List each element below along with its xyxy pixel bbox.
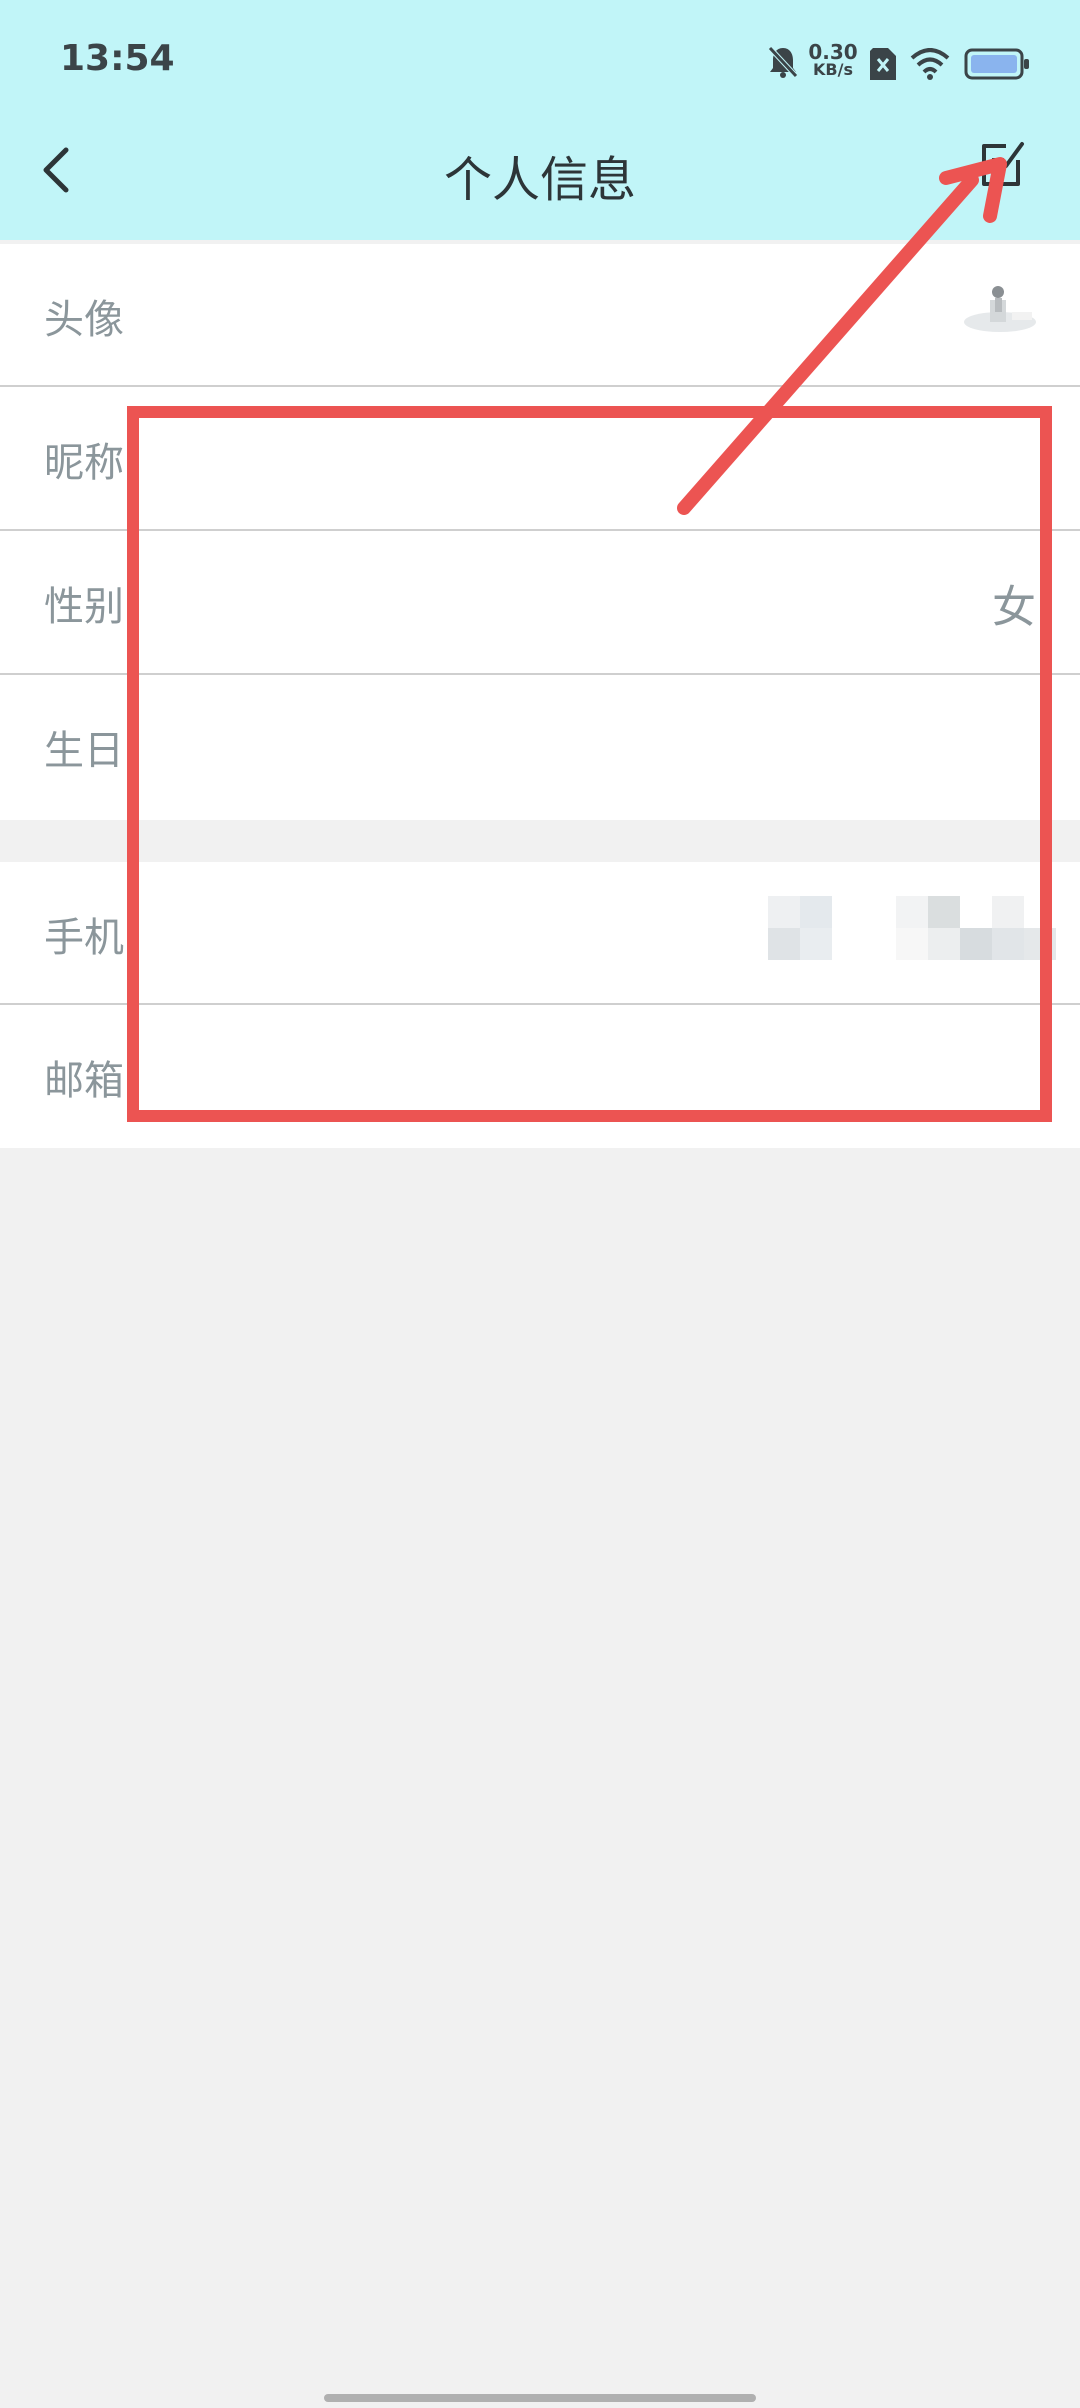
- avatar-row[interactable]: 头像: [0, 244, 1080, 388]
- app-header: 13:54 0.30 KB/s 个人信息: [0, 0, 1080, 240]
- avatar-label: 头像: [44, 297, 124, 343]
- nickname-label: 昵称: [44, 440, 124, 486]
- net-speed: 0.30 KB/s: [808, 42, 858, 78]
- mute-bell-icon: [768, 46, 798, 78]
- sim-no-signal-icon: [870, 48, 896, 80]
- birthday-label: 生日: [44, 728, 124, 774]
- net-speed-unit: KB/s: [813, 60, 853, 79]
- edit-icon: [982, 142, 1024, 186]
- gender-label: 性别: [44, 584, 124, 630]
- wifi-icon: [910, 48, 950, 80]
- page-title: 个人信息: [443, 152, 636, 208]
- phone-label: 手机: [44, 915, 124, 961]
- battery-icon: [964, 48, 1029, 80]
- home-indicator[interactable]: [324, 2394, 756, 2402]
- edit-button[interactable]: [976, 140, 1026, 190]
- net-speed-value: 0.30: [808, 40, 858, 64]
- email-label: 邮箱: [44, 1058, 124, 1104]
- annotation-box: [127, 406, 1052, 1122]
- status-time: 13:54: [60, 38, 175, 79]
- status-bar-icons: 0.30 KB/s: [766, 40, 1036, 90]
- avatar-image[interactable]: [960, 278, 1040, 338]
